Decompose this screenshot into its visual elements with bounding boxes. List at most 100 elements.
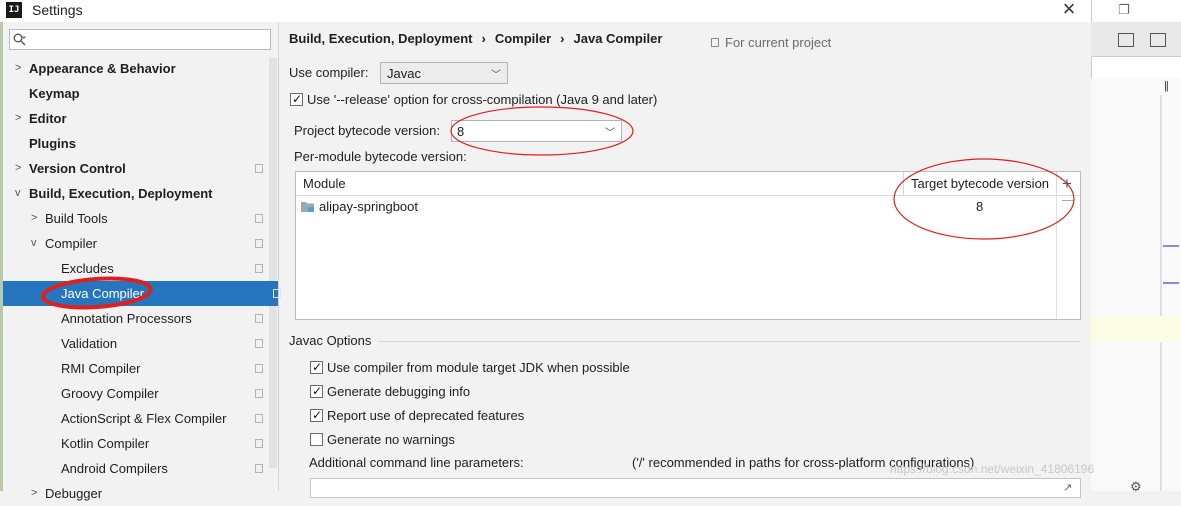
project-scope-icon (255, 439, 263, 448)
title-bar (0, 0, 1091, 22)
bytecode-version-label: Project bytecode version: (294, 123, 440, 138)
release-option-checkbox[interactable]: ✓ (290, 92, 303, 106)
release-option-label: Use '--release' option for cross-compila… (307, 92, 658, 107)
project-scope-icon (255, 389, 263, 398)
breadcrumb-item: Compiler (494, 31, 552, 46)
sidebar-item-validation[interactable]: Validation (3, 331, 269, 356)
background-ide-toolbar (1091, 22, 1181, 57)
restore-window-icon[interactable]: ❐ (1118, 2, 1130, 18)
table-toolbar-divider (1056, 172, 1057, 195)
gear-icon[interactable]: ⚙ (1130, 479, 1142, 495)
compiler-select[interactable]: Javac ﹀ (380, 62, 508, 84)
project-scope-icon (255, 164, 263, 173)
project-scope-icon (273, 289, 281, 298)
sidebar-item-java-compiler[interactable]: Java Compiler (3, 281, 281, 306)
sidebar-item-build-tools[interactable]: > Build Tools (3, 206, 269, 231)
chevron-down-icon: ﹀ (605, 128, 615, 139)
sidebar-item-rmi-compiler[interactable]: RMI Compiler (3, 356, 269, 381)
search-icon (13, 33, 26, 46)
sidebar-item-plugins[interactable]: Plugins (3, 131, 269, 156)
per-module-label: Per-module bytecode version: (294, 149, 467, 164)
sidebar-item-label: Debugger (45, 486, 103, 501)
use-target-jdk-checkbox[interactable]: ✓ (310, 360, 323, 374)
checkmark-icon: ✓ (292, 92, 303, 106)
window-title: Settings (32, 2, 83, 18)
no-warnings-label: Generate no warnings (327, 432, 455, 447)
chevron-down-icon: v (15, 187, 21, 199)
sidebar-item-actionscript-compiler[interactable]: ActionScript & Flex Compiler (3, 406, 269, 431)
bytecode-version-select[interactable]: 8 ﹀ (451, 120, 622, 142)
additional-params-input[interactable] (310, 478, 1081, 498)
project-scope-icon (255, 464, 263, 473)
sidebar-item-kotlin-compiler[interactable]: Kotlin Compiler (3, 431, 269, 456)
project-scope-icon (255, 314, 263, 323)
close-icon[interactable]: × (1058, 0, 1080, 20)
column-header-module[interactable]: Module (303, 176, 346, 191)
sidebar-item-label: Compiler (45, 236, 98, 251)
no-warnings-checkbox[interactable] (310, 433, 323, 446)
sidebar-item-android-compilers[interactable]: Android Compilers (3, 456, 269, 481)
debug-info-checkbox[interactable]: ✓ (310, 384, 323, 398)
checkmark-icon: ✓ (312, 360, 323, 374)
use-target-jdk-label: Use compiler from module target JDK when… (327, 360, 630, 375)
sidebar-item-build-execution[interactable]: v Build, Execution, Deployment (3, 181, 269, 206)
gutter-mark (1163, 245, 1179, 247)
background-scrollbar (1160, 95, 1162, 491)
compiler-select-value: Javac (387, 66, 421, 81)
chevron-right-icon: > (15, 162, 22, 174)
sidebar-item-label: Appearance & Behavior (29, 61, 176, 76)
folder-icon (1118, 33, 1134, 47)
project-scope-icon (255, 364, 263, 373)
sidebar-item-editor[interactable]: > Editor (3, 106, 269, 131)
sidebar-item-label: Android Compilers (61, 461, 168, 476)
sidebar-item-label: Java Compiler (61, 286, 145, 301)
breadcrumb-item: Java Compiler (573, 31, 663, 46)
sidebar-item-debugger[interactable]: > Debugger (3, 481, 269, 506)
sidebar-item-label: Build, Execution, Deployment (29, 186, 213, 201)
deprecated-features-label: Report use of deprecated features (327, 408, 525, 423)
debug-info-label: Generate debugging info (327, 384, 471, 399)
background-editor (1091, 78, 1181, 491)
sidebar-item-version-control[interactable]: > Version Control (3, 156, 269, 181)
sidebar-item-annotation-processors[interactable]: Annotation Processors (3, 306, 269, 331)
deprecated-features-checkbox[interactable]: ✓ (310, 408, 323, 422)
gutter-mark (1163, 282, 1179, 284)
sidebar-item-label: Kotlin Compiler (61, 436, 150, 451)
chevron-down-icon: ﹀ (491, 70, 501, 81)
add-module-button[interactable]: + (1062, 174, 1072, 194)
sidebar-item-keymap[interactable]: Keymap (3, 81, 269, 106)
pause-icon: || (1164, 80, 1169, 92)
sidebar-item-label: Validation (61, 336, 118, 351)
project-scope-icon (255, 239, 263, 248)
sidebar-item-label: Keymap (29, 86, 80, 101)
sidebar-item-label: Annotation Processors (61, 311, 192, 326)
project-scope-icon (255, 214, 263, 223)
chevron-right-icon: > (31, 212, 38, 224)
sidebar-item-label: Groovy Compiler (61, 386, 159, 401)
sidebar-item-excludes[interactable]: Excludes (3, 256, 269, 281)
expand-icon[interactable]: ↗ (1063, 481, 1072, 494)
remove-module-button[interactable] (1062, 200, 1074, 201)
sidebar-item-appearance[interactable]: > Appearance & Behavior (3, 56, 269, 81)
watermark: https://blog.csdn.net/weixin_41806196 (890, 462, 1095, 476)
sidebar-item-groovy-compiler[interactable]: Groovy Compiler (3, 381, 269, 406)
column-header-target[interactable]: Target bytecode version (911, 176, 1049, 191)
breadcrumb-item: Build, Execution, Deployment (289, 31, 473, 46)
sidebar-item-label: Excludes (61, 261, 114, 276)
chevron-right-icon: > (15, 112, 22, 124)
sidebar-scrollbar[interactable] (269, 58, 277, 468)
sidebar-item-compiler[interactable]: v Compiler (3, 231, 269, 256)
sidebar-item-label: RMI Compiler (61, 361, 141, 376)
additional-params-label: Additional command line parameters: (309, 455, 524, 470)
project-scope-icon (711, 38, 719, 47)
target-version-cell[interactable]: 8 (976, 199, 983, 214)
bytecode-version-value: 8 (457, 124, 465, 139)
search-input[interactable] (9, 29, 271, 50)
chevron-down-icon: v (31, 237, 37, 249)
scope-label: For current project (725, 35, 832, 50)
table-row[interactable]: alipay-springboot 8 (296, 195, 1056, 218)
sidebar-item-label: Plugins (29, 136, 76, 151)
project-scope-icon (255, 339, 263, 348)
checkmark-icon: ✓ (312, 408, 323, 422)
intellij-app-icon: IJ (6, 2, 22, 18)
